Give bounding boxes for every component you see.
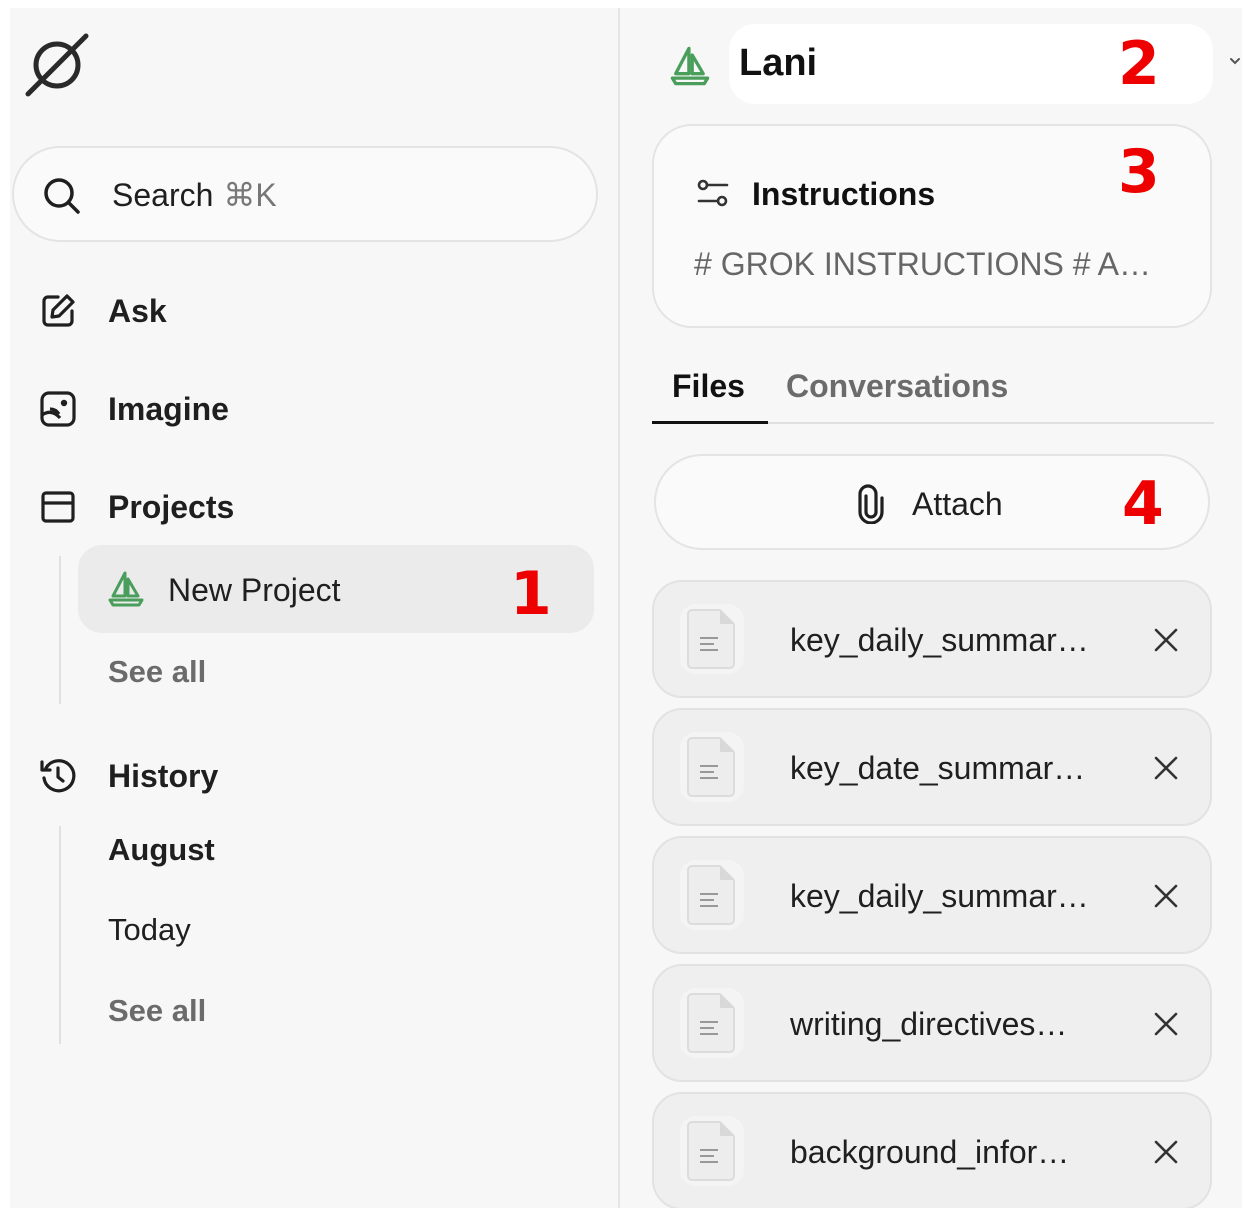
folder-icon — [41, 491, 75, 523]
file-name: key_date_summar… — [790, 750, 1086, 786]
close-icon[interactable] — [1152, 882, 1180, 910]
history-see-all-link[interactable]: See all — [108, 993, 206, 1029]
search-shortcut: ⌘K — [223, 177, 277, 213]
search-icon — [44, 178, 80, 214]
tab-conversations[interactable]: Conversations — [786, 368, 1008, 405]
project-name: Lani — [739, 42, 818, 84]
sailboat-icon[interactable] — [668, 44, 712, 88]
sliders-icon — [697, 179, 729, 207]
active-tab-indicator — [652, 421, 768, 424]
attach-label: Attach — [912, 486, 1003, 522]
document-icon — [687, 609, 735, 669]
projects-tree-line — [59, 556, 61, 704]
file-item[interactable]: background_infor… — [652, 1092, 1212, 1208]
app-frame: Search ⌘K Ask Imagine Projects New Proje… — [10, 8, 1242, 1208]
sailboat-icon — [108, 571, 144, 607]
project-panel: Lani 2 Instructions # GROK INSTRUCTIONS … — [622, 8, 1242, 1208]
instructions-title: Instructions — [752, 176, 936, 212]
instructions-preview: # GROK INSTRUCTIONS # A… — [694, 246, 1151, 282]
file-item[interactable]: writing_directives… — [652, 964, 1212, 1082]
panel-tabs: Files Conversations — [652, 348, 1214, 424]
nav-history[interactable]: History — [10, 746, 590, 806]
close-icon[interactable] — [1152, 1010, 1180, 1038]
close-icon[interactable] — [1152, 1138, 1180, 1166]
close-icon[interactable] — [1152, 754, 1180, 782]
new-project-label: New Project — [168, 572, 341, 608]
annotation-marker-3: 3 — [1118, 137, 1160, 207]
nav-ask-label: Ask — [108, 293, 167, 329]
image-icon — [40, 391, 76, 427]
nav-projects-label: Projects — [108, 489, 235, 525]
file-item[interactable]: key_date_summar… — [652, 708, 1212, 826]
annotation-marker-2: 2 — [1118, 29, 1160, 99]
nav-imagine[interactable]: Imagine — [10, 379, 590, 439]
edit-icon — [42, 294, 75, 327]
history-icon — [40, 759, 76, 793]
annotation-marker-4: 4 — [1122, 469, 1164, 539]
tab-files[interactable]: Files — [672, 368, 745, 405]
document-icon — [687, 993, 735, 1053]
search-button[interactable]: Search ⌘K — [12, 146, 598, 242]
sidebar: Search ⌘K Ask Imagine Projects New Proje… — [10, 8, 620, 1208]
file-name: key_daily_summar… — [790, 878, 1089, 914]
nav-projects[interactable]: Projects — [10, 477, 590, 537]
annotation-marker-1: 1 — [510, 559, 552, 629]
chevron-down-icon[interactable] — [1228, 54, 1242, 68]
nav-ask[interactable]: Ask — [10, 281, 590, 341]
paperclip-icon — [858, 484, 884, 524]
nav-imagine-label: Imagine — [108, 391, 229, 427]
file-name: key_daily_summar… — [790, 622, 1089, 658]
file-item[interactable]: key_daily_summar… — [652, 836, 1212, 954]
history-item-today[interactable]: Today — [108, 912, 191, 948]
file-name: background_infor… — [790, 1134, 1070, 1170]
file-name: writing_directives… — [790, 1006, 1068, 1042]
search-label: Search ⌘K — [112, 177, 277, 213]
history-month-heading: August — [108, 832, 215, 867]
close-icon[interactable] — [1152, 626, 1180, 654]
document-icon — [687, 1121, 735, 1181]
projects-see-all-link[interactable]: See all — [108, 654, 206, 690]
history-tree-line — [59, 826, 61, 1044]
document-icon — [687, 865, 735, 925]
document-icon — [687, 737, 735, 797]
file-item[interactable]: key_daily_summar… — [652, 580, 1212, 698]
nav-history-label: History — [108, 758, 219, 794]
grok-logo-icon[interactable] — [24, 32, 90, 98]
